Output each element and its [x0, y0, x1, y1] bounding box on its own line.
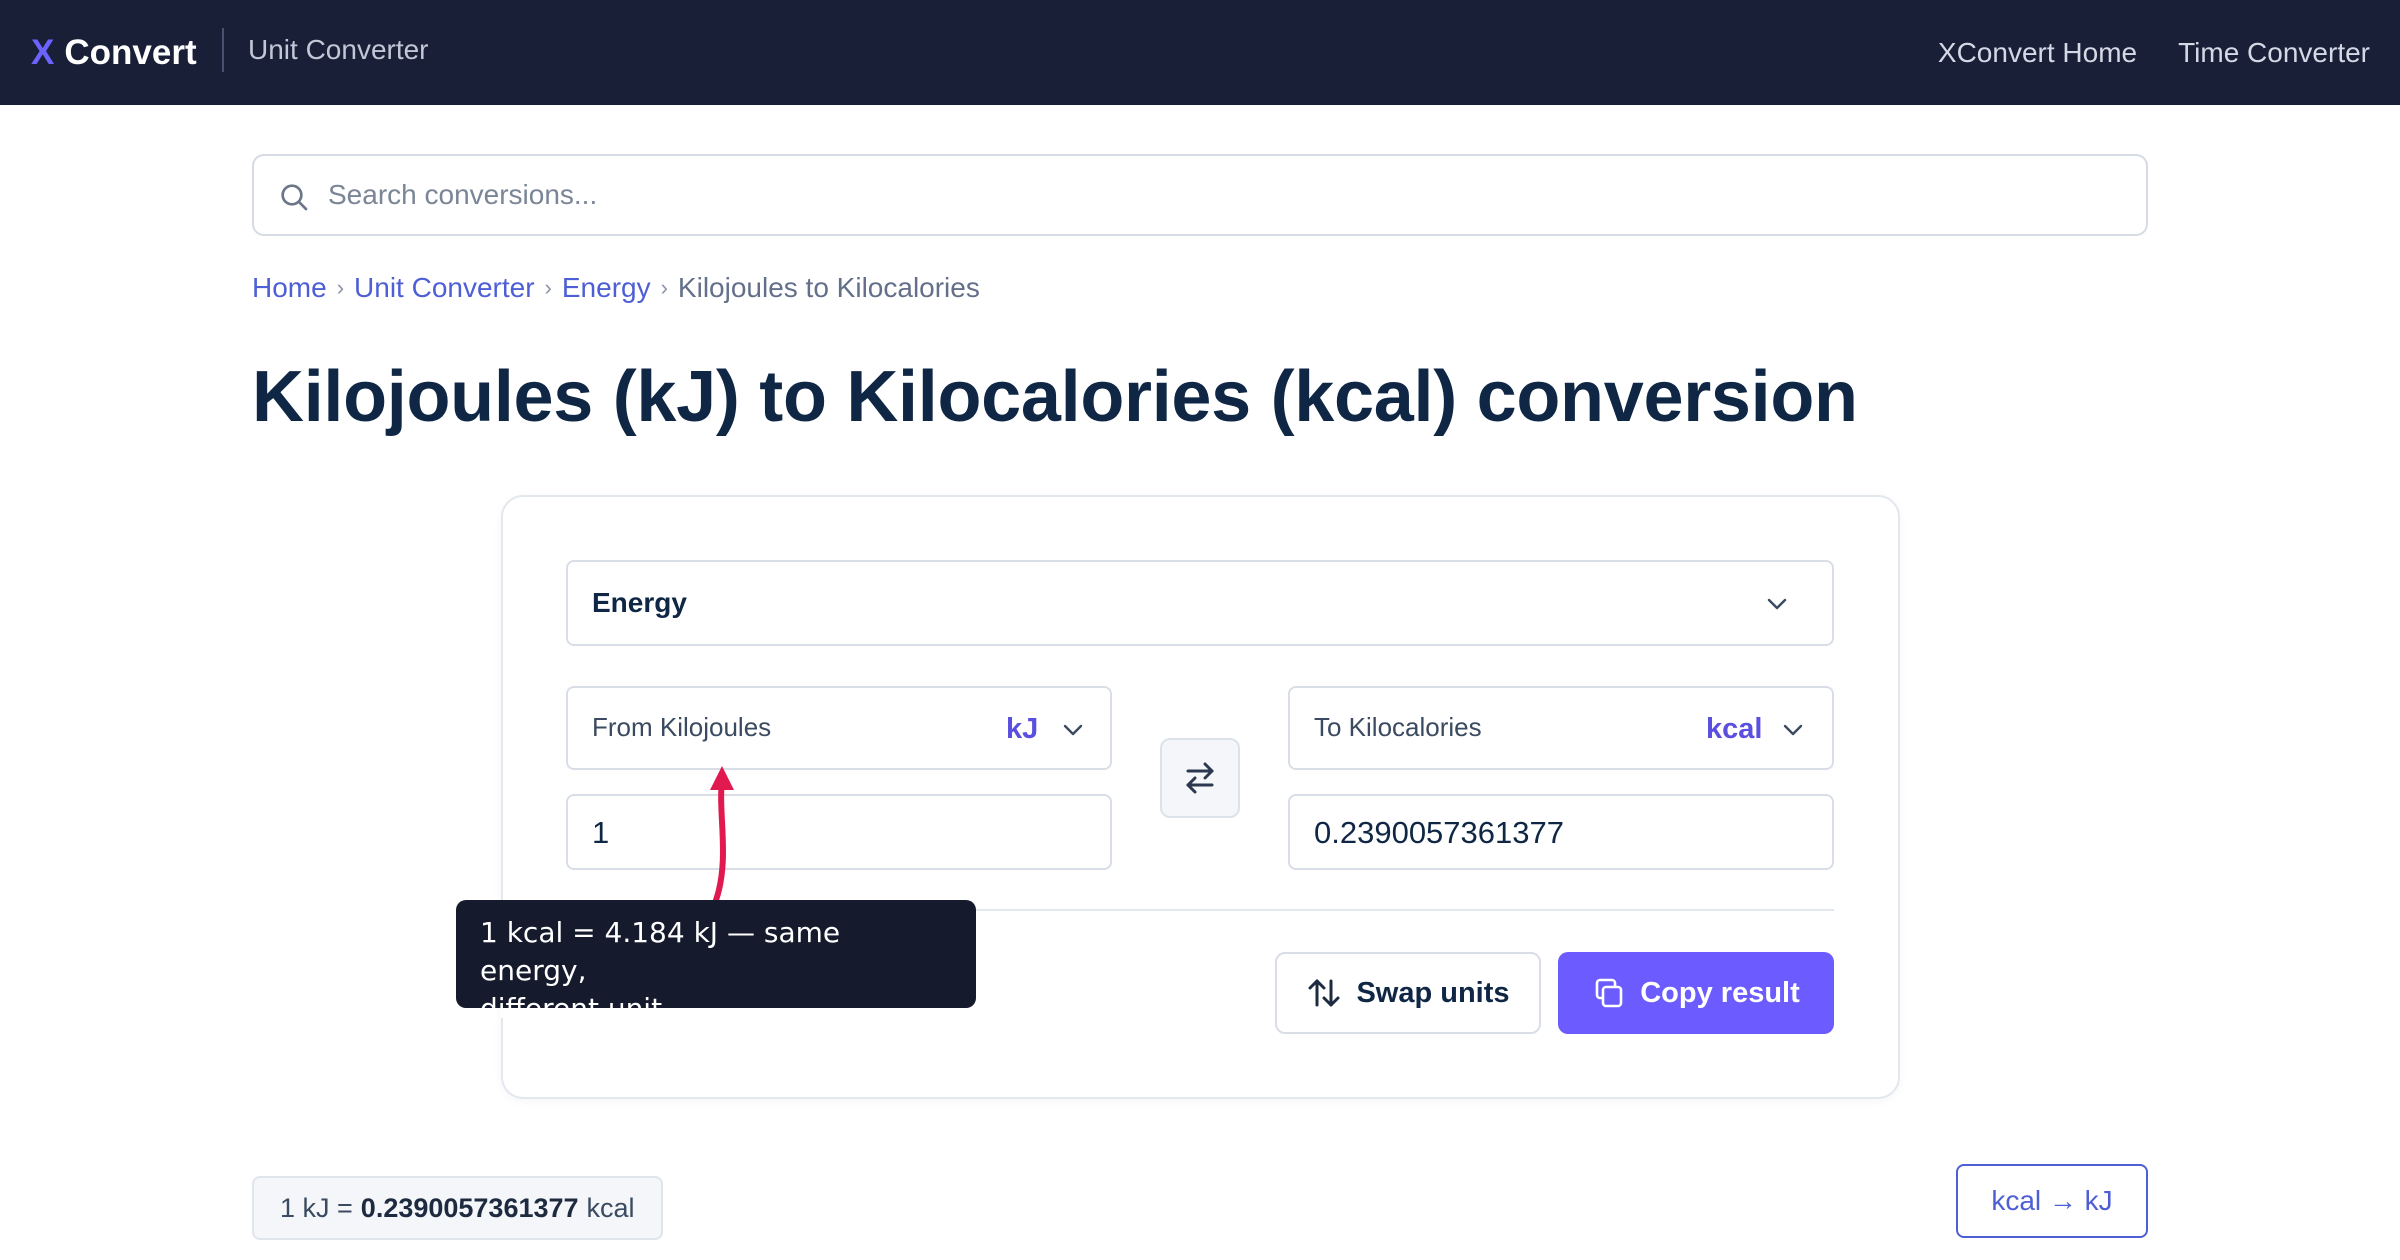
breadcrumb-current: Kilojoules to Kilocalories [677, 272, 980, 303]
from-value-input[interactable]: 1 [566, 794, 1112, 870]
breadcrumb-separator: › [544, 275, 552, 300]
breadcrumb-separator: › [336, 275, 345, 300]
to-unit-abbr: kcal [1706, 713, 1763, 745]
from-value: 1 [592, 815, 610, 850]
search-bar[interactable] [252, 154, 2148, 236]
brand-logo[interactable]: X Convert [31, 0, 197, 105]
search-input[interactable] [328, 156, 2108, 234]
swap-horizontal-icon [1186, 762, 1214, 794]
conversion-factor-badge: 1 kJ = 0.2390057361377 kcal [252, 1176, 663, 1240]
to-value: 0.2390057361377 [1314, 815, 1564, 850]
page-title: Kilojoules (kJ) to Kilocalories (kcal) c… [252, 357, 1858, 437]
breadcrumb-energy[interactable]: Energy [562, 272, 651, 304]
breadcrumb: Home › Unit Converter › Energy › Kilojou… [252, 268, 980, 308]
factor-suffix: kcal [586, 1192, 635, 1223]
copy-icon [1595, 978, 1623, 1008]
chevron-down-icon [1767, 598, 1787, 610]
category-select[interactable]: Energy [566, 560, 1834, 646]
nav-xconvert-home[interactable]: XConvert Home [1938, 37, 2137, 69]
swap-vertical-icon [1308, 979, 1340, 1007]
brand-name: Convert [64, 32, 197, 72]
from-unit-abbr: kJ [1006, 713, 1039, 745]
copy-result-button[interactable]: Copy result [1558, 952, 1834, 1034]
breadcrumb-unit-converter[interactable]: Unit Converter [354, 272, 535, 304]
to-value-output[interactable]: 0.2390057361377 [1288, 794, 1834, 870]
swap-direction-button[interactable] [1160, 738, 1240, 818]
breadcrumb-home[interactable]: Home [252, 272, 327, 304]
tooltip-line-2: different unit [480, 992, 663, 1025]
to-unit-label: To Kilocalories [1314, 712, 1482, 742]
category-value: Energy [592, 587, 687, 618]
copy-result-label: Copy result [1640, 976, 1800, 1009]
tooltip-line-1: 1 kcal = 4.184 kJ — same energy, [480, 916, 841, 987]
from-unit-select[interactable]: From Kilojoules kJ [566, 686, 1112, 770]
swap-units-label: Swap units [1356, 976, 1510, 1009]
reverse-conversion-link[interactable]: kcal → kJ [1956, 1164, 2148, 1238]
factor-prefix: 1 kJ = [280, 1192, 353, 1223]
chevron-down-icon [1063, 724, 1083, 736]
chevron-down-icon [1783, 724, 1803, 736]
from-unit-label: From Kilojoules [592, 712, 772, 742]
search-icon [281, 184, 308, 211]
brand-divider [222, 28, 224, 72]
to-unit-select[interactable]: To Kilocalories kcal [1288, 686, 1834, 770]
nav-time-converter[interactable]: Time Converter [2178, 37, 2370, 69]
breadcrumb-separator: › [660, 275, 668, 300]
brand-x: X [31, 32, 55, 72]
top-nav: XConvert Home Time Converter [1938, 0, 2370, 105]
top-navbar: X Convert Unit Converter XConvert Home T… [0, 0, 2400, 105]
annotation-tooltip: 1 kcal = 4.184 kJ — same energy, differe… [456, 900, 976, 1025]
brand-subtitle: Unit Converter [248, 34, 429, 65]
factor-value: 0.2390057361377 [360, 1192, 579, 1223]
swap-units-button[interactable]: Swap units [1275, 952, 1541, 1034]
